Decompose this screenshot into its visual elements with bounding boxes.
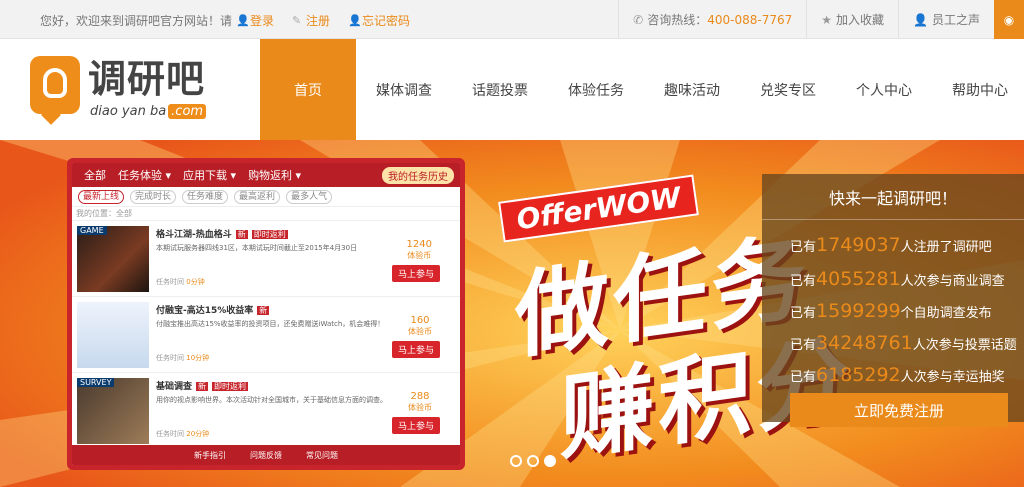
user-icon: 👤 [236, 14, 250, 27]
mockup-filter: 最高返利 [234, 189, 281, 204]
task-join-button: 马上参与 [391, 265, 440, 282]
mockup-tabs: 全部 任务体验 ▾ 应用下载 ▾ 购物返利 ▾ 我的任务历史 [72, 163, 460, 187]
stat-row: 已有1749037人注册了调研吧 [790, 234, 992, 256]
staff-voice-label: 员工之声 [931, 13, 980, 27]
nav-home[interactable]: 首页 [260, 39, 356, 140]
nav-experience-task[interactable]: 体验任务 [548, 39, 644, 140]
mockup-breadcrumb: 我的位置：全部 [72, 207, 460, 221]
task-time: 任务时间 10分钟 [156, 354, 210, 362]
task-points: 1240 体验币 [406, 239, 432, 260]
carousel-dot[interactable] [510, 455, 522, 467]
stat-row: 已有6185292人次参与幸运抽奖 [790, 364, 1005, 386]
top-bar: 您好，欢迎来到调研吧官方网站！请 👤 登录 ✎ 注册 👤 忘记密码 ✆ 咨询热线… [0, 0, 1024, 39]
mockup-tab-experience: 任务体验 ▾ [118, 169, 172, 182]
task-title: 基础调查新即时返利 [156, 382, 249, 392]
mockup-tab-rebate: 购物返利 ▾ [248, 169, 302, 182]
mockup-filters: 最新上线 完成时长 任务难度 最高返利 最多人气 [72, 187, 460, 207]
login-link[interactable]: 登录 [250, 12, 274, 29]
mockup-filter: 最新上线 [78, 189, 125, 204]
task-thumbnail [77, 302, 149, 368]
nav-personal-center[interactable]: 个人中心 [836, 39, 932, 140]
welcome-text: 您好，欢迎来到调研吧官方网站！请 [40, 14, 233, 28]
mockup-task-row: 付融宝-高达15%收益率新 付融宝推出高达15%收益率的投资项目，还免费赠送iW… [72, 297, 460, 373]
nav-topic-vote[interactable]: 话题投票 [452, 39, 548, 140]
site-logo[interactable]: 调研吧 diao yan ba .com [30, 54, 230, 126]
task-desc: 付融宝推出高达15%收益率的投资项目，还免费赠送iWatch，机会难得！ [156, 320, 385, 328]
task-title: 格斗江湖-热血格斗新即时返利 [156, 230, 288, 240]
carousel-dot[interactable] [544, 455, 556, 467]
carousel-dots [510, 455, 561, 467]
task-thumbnail: SURVEY [77, 378, 149, 444]
task-time: 任务时间 0分钟 [156, 278, 205, 286]
hotline: ✆ 咨询热线： 400-088-7767 [618, 0, 806, 39]
logo-text: 调研吧 [88, 57, 206, 101]
stat-row: 已有4055281人次参与商业调查 [790, 268, 1005, 290]
person-icon: 👤 [913, 12, 928, 27]
welcome-area: 您好，欢迎来到调研吧官方网站！请 👤 登录 ✎ 注册 👤 忘记密码 [40, 12, 424, 29]
mockup-task-row: SURVEY 基础调查新即时返利 用你的视点影响世界。本次活动针对全国城市，关于… [72, 373, 460, 449]
mockup-filter: 任务难度 [182, 189, 229, 204]
task-points: 288 体验币 [408, 391, 432, 412]
star-icon: ★ [821, 12, 833, 27]
pencil-icon: ✎ [292, 14, 302, 27]
staff-voice-link[interactable]: 👤 员工之声 [898, 0, 994, 39]
mockup-filter: 完成时长 [130, 189, 177, 204]
weibo-icon: ◉ [1003, 12, 1015, 27]
stat-row: 已有1599299个自助调查发布 [790, 300, 992, 322]
task-desc: 用你的视点影响世界。本次活动针对全国城市，关于基础信息方面的调查。 [156, 396, 387, 404]
mockup-filter: 最多人气 [286, 189, 333, 204]
mockup-task-row: GAME 格斗江湖-热血格斗新即时返利 本期试玩服务器四线31区，本期试玩时间截… [72, 221, 460, 297]
carousel-dot[interactable] [527, 455, 539, 467]
top-right: ✆ 咨询热线： 400-088-7767 ★ 加入收藏 👤 员工之声 ◉ [618, 0, 1024, 39]
stats-panel: 快来一起调研吧！ 已有1749037人注册了调研吧 已有4055281人次参与商… [762, 174, 1024, 427]
task-join-button: 马上参与 [391, 417, 440, 434]
task-list-mockup: 全部 任务体验 ▾ 应用下载 ▾ 购物返利 ▾ 我的任务历史 最新上线 完成时长… [67, 158, 465, 470]
add-favorite-link[interactable]: ★ 加入收藏 [806, 0, 898, 39]
nav-media-survey[interactable]: 媒体调查 [356, 39, 452, 140]
logo-mark-icon [30, 56, 80, 114]
add-favorite-label: 加入收藏 [836, 13, 885, 27]
user-icon: 👤 [348, 14, 362, 27]
hotline-label: 咨询热线： [647, 13, 708, 27]
mockup-footer-link: 问题反馈 [250, 450, 282, 460]
mockup-footer-link: 常见问题 [306, 450, 338, 460]
mockup-history-button: 我的任务历史 [382, 166, 454, 184]
task-points: 160 体验币 [408, 315, 432, 336]
mockup-tab-download: 应用下载 ▾ [183, 169, 237, 182]
phone-icon: ✆ [633, 12, 644, 27]
mockup-tab-all: 全部 [84, 169, 106, 182]
task-desc: 本期试玩服务器四线31区，本期试玩时间截止至2015年4月30日 [156, 244, 358, 252]
mockup-footer: 新手指引 问题反馈 常见问题 [72, 445, 460, 465]
stats-title: 快来一起调研吧！ [762, 174, 1024, 220]
hero-banner[interactable]: 全部 任务体验 ▾ 应用下载 ▾ 购物返利 ▾ 我的任务历史 最新上线 完成时长… [0, 140, 1024, 487]
task-join-button: 马上参与 [391, 341, 440, 358]
mockup-footer-link: 新手指引 [194, 450, 226, 460]
logo-subtext: diao yan ba .com [90, 104, 207, 119]
nav-redeem[interactable]: 兑奖专区 [740, 39, 836, 140]
stat-row: 已有34248761人次参与投票话题 [790, 332, 1017, 354]
task-time: 任务时间 20分钟 [156, 430, 210, 438]
task-title: 付融宝-高达15%收益率新 [156, 306, 270, 316]
forgot-password-link[interactable]: 忘记密码 [362, 12, 410, 29]
free-register-button[interactable]: 立即免费注册 [790, 393, 1008, 427]
nav-help-center[interactable]: 帮助中心 [932, 39, 1024, 140]
main-nav: 首页 媒体调查 话题投票 体验任务 趣味活动 兑奖专区 个人中心 帮助中心 [260, 39, 1024, 140]
task-thumbnail: GAME [77, 226, 149, 292]
nav-fun-activity[interactable]: 趣味活动 [644, 39, 740, 140]
hotline-number: 400-088-7767 [707, 12, 793, 27]
header: 调研吧 diao yan ba .com 首页 媒体调查 话题投票 体验任务 趣味… [0, 39, 1024, 140]
register-link[interactable]: 注册 [306, 12, 330, 29]
weibo-button[interactable]: ◉ [994, 0, 1024, 39]
